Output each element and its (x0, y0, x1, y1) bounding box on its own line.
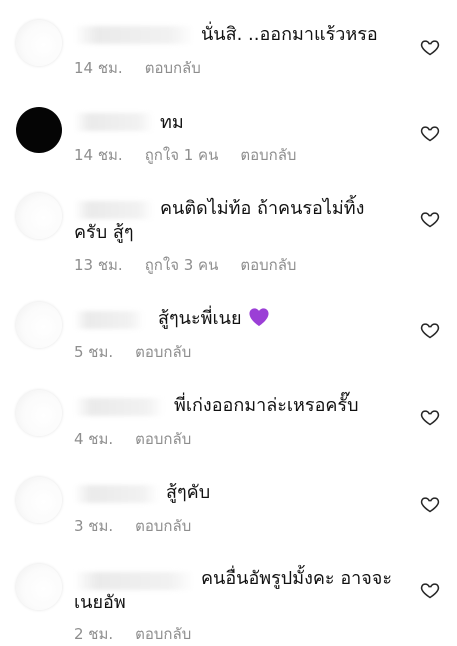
comment-text-line-2: เนยอัพ (74, 592, 126, 613)
avatar[interactable] (16, 20, 62, 66)
comment-meta: 14 ชม. ถูกใจ 1 คน ตอบกลับ (74, 143, 296, 167)
comment-text: สู้ๆนะพี่เนย (158, 304, 270, 337)
reply-button[interactable]: ตอบกลับ (145, 56, 201, 80)
comment-text-line-1: คนติดไม่ท้อ ถ้าคนรอไม่ทิ้ง (160, 198, 365, 219)
purple-heart-icon (248, 307, 270, 337)
comment-text: ทม (160, 112, 184, 133)
comment-meta: 2 ชม. ตอบกลับ (74, 622, 191, 646)
comment-text-line-2: ครับ สู้ๆ (74, 222, 134, 243)
comment-meta: 13 ชม. ถูกใจ 3 คน ตอบกลับ (74, 253, 296, 277)
username-blurred[interactable] (74, 113, 154, 131)
comment-text: นั่นสิ. ..ออกมาแร้วหรอ (201, 24, 378, 45)
comment-time: 14 ชม. (74, 59, 123, 77)
likes-count[interactable]: ถูกใจ 3 คน (145, 253, 219, 277)
comment-text-content: สู้ๆนะพี่เนย (158, 308, 242, 329)
comment-time: 4 ชม. (74, 430, 114, 448)
comment-time: 13 ชม. (74, 256, 123, 274)
reply-button[interactable]: ตอบกลับ (135, 427, 191, 451)
comment-meta: 4 ชม. ตอบกลับ (74, 427, 191, 451)
avatar[interactable] (16, 390, 62, 436)
comment-meta: 3 ชม. ตอบกลับ (74, 514, 191, 538)
username-blurred[interactable] (74, 485, 159, 503)
heart-icon[interactable] (420, 494, 440, 514)
username-blurred[interactable] (74, 26, 194, 44)
username-blurred[interactable] (74, 311, 144, 329)
avatar[interactable] (16, 302, 62, 348)
avatar[interactable] (16, 193, 62, 239)
reply-button[interactable]: ตอบกลับ (240, 143, 296, 167)
reply-button[interactable]: ตอบกลับ (240, 253, 296, 277)
heart-icon[interactable] (420, 320, 440, 340)
comment-time: 14 ชม. (74, 146, 123, 164)
comment-meta: 5 ชม. ตอบกลับ (74, 340, 191, 364)
heart-icon[interactable] (420, 580, 440, 600)
heart-icon[interactable] (420, 407, 440, 427)
likes-count[interactable]: ถูกใจ 1 คน (145, 143, 219, 167)
comment-time: 3 ชม. (74, 517, 114, 535)
reply-button[interactable]: ตอบกลับ (135, 514, 191, 538)
reply-button[interactable]: ตอบกลับ (135, 622, 191, 646)
username-blurred[interactable] (74, 201, 154, 219)
heart-icon[interactable] (420, 123, 440, 143)
comment-text-line-1: คนอื่นอัพรูปมั้งคะ อาจจะ (201, 568, 392, 589)
comment-time: 2 ชม. (74, 625, 114, 643)
comment-time: 5 ชม. (74, 343, 114, 361)
comment-text: สู้ๆคับ (166, 482, 211, 503)
heart-icon[interactable] (420, 209, 440, 229)
heart-icon[interactable] (420, 37, 440, 57)
avatar[interactable] (16, 564, 62, 610)
comment-meta: 14 ชม. ตอบกลับ (74, 56, 201, 80)
comment-text: พี่เก่งออกมาล่ะเหรอครั๊บ (174, 395, 359, 416)
username-blurred[interactable] (74, 398, 164, 416)
avatar[interactable] (16, 477, 62, 523)
avatar[interactable] (16, 107, 62, 153)
reply-button[interactable]: ตอบกลับ (135, 340, 191, 364)
